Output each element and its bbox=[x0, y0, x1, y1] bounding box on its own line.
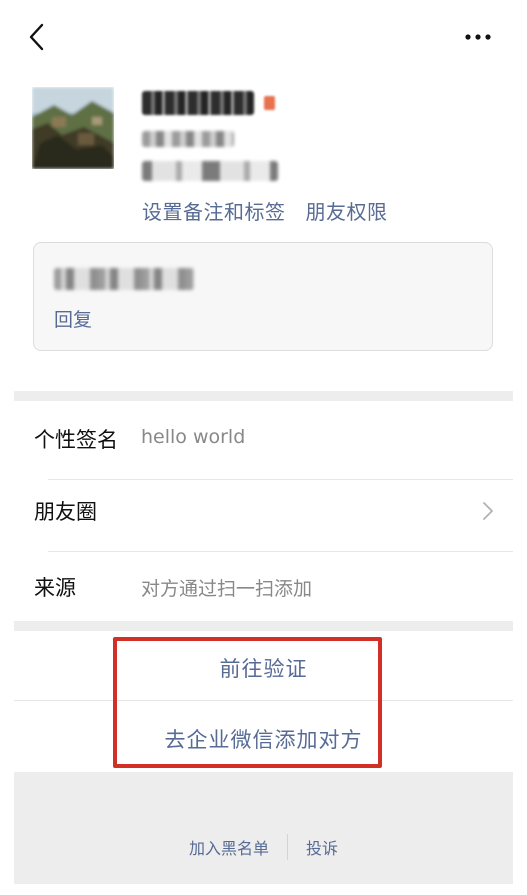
nickname-row bbox=[142, 88, 275, 118]
source-label: 来源 bbox=[34, 576, 76, 600]
report-link[interactable]: 投诉 bbox=[288, 835, 356, 859]
contact-detail-page: 设置备注和标签 朋友权限 回复 个性签名 hello world 朋友圈 来源 … bbox=[0, 0, 513, 895]
avatar-image bbox=[32, 87, 114, 169]
avatar[interactable] bbox=[32, 87, 114, 169]
verification-message-blurred bbox=[54, 268, 194, 290]
gender-tag-icon bbox=[264, 96, 275, 110]
bottom-edge bbox=[0, 884, 527, 895]
verification-message-card: 回复 bbox=[33, 242, 493, 351]
friend-permission-link[interactable]: 朋友权限 bbox=[306, 196, 388, 225]
source-row: 来源 对方通过扫一扫添加 bbox=[14, 548, 513, 628]
nickname-blurred bbox=[142, 91, 254, 115]
signature-row: 个性签名 hello world bbox=[14, 400, 513, 480]
profile-links: 设置备注和标签 朋友权限 bbox=[142, 196, 388, 225]
more-options-button[interactable] bbox=[460, 26, 496, 48]
right-edge bbox=[513, 0, 527, 895]
moments-label: 朋友圈 bbox=[34, 500, 97, 524]
chevron-left-icon bbox=[29, 23, 44, 51]
region-blurred bbox=[142, 161, 278, 181]
section-gap bbox=[14, 621, 513, 631]
footer-links: 加入黑名单 投诉 bbox=[14, 834, 513, 860]
add-to-blacklist-link[interactable]: 加入黑名单 bbox=[171, 835, 287, 859]
navigation-bar bbox=[0, 0, 513, 74]
signature-value: hello world bbox=[141, 426, 246, 448]
set-remark-tag-link[interactable]: 设置备注和标签 bbox=[142, 196, 286, 225]
moments-row[interactable]: 朋友圈 bbox=[14, 472, 513, 552]
wechat-id-blurred bbox=[142, 131, 234, 147]
back-button[interactable] bbox=[22, 20, 54, 54]
reply-link[interactable]: 回复 bbox=[54, 305, 92, 332]
footer: 加入黑名单 投诉 bbox=[14, 772, 513, 884]
source-value: 对方通过扫一扫添加 bbox=[141, 578, 313, 600]
more-dots-icon bbox=[465, 34, 491, 40]
signature-label: 个性签名 bbox=[34, 428, 118, 452]
chevron-right-icon bbox=[483, 502, 493, 520]
highlight-box bbox=[113, 637, 382, 768]
